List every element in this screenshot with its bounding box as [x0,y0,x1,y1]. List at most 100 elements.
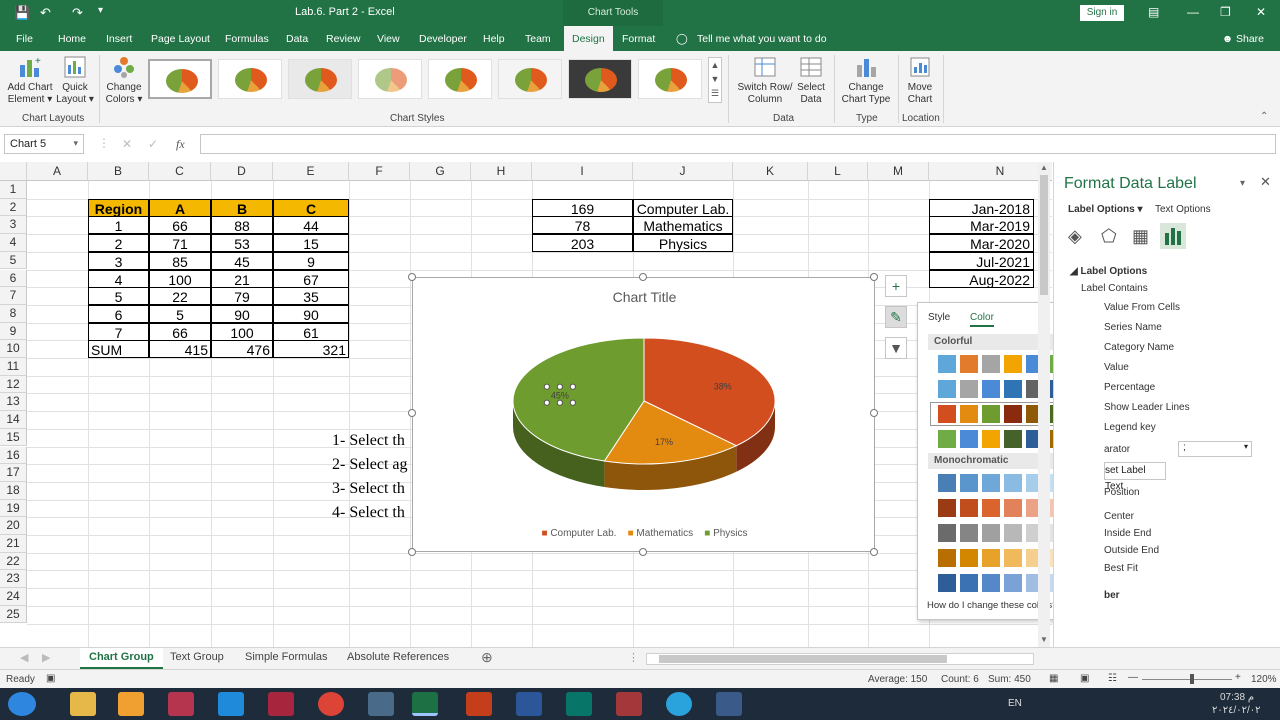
table-cell[interactable]: 45 [211,251,273,270]
color-swatch[interactable] [938,430,956,448]
page-break-view-icon[interactable]: ☷ [1108,673,1117,684]
tab-file[interactable]: File [16,33,33,45]
tab-help[interactable]: Help [483,33,505,45]
color-swatch[interactable] [938,355,956,373]
table-cell[interactable]: Mar-2020 [929,234,1034,253]
label-selection-handle[interactable] [556,383,563,390]
table-cell[interactable]: 66 [149,216,211,235]
clock-date[interactable]: ٢٠٢٤/٠٢/٠٢ [1212,705,1261,716]
row-header[interactable]: 13 [0,393,27,412]
excel-taskbar-icon[interactable] [412,692,438,716]
table-cell[interactable]: 1 [88,216,149,235]
language-indicator[interactable]: EN [1008,698,1022,709]
table-cell[interactable]: 9 [273,251,349,270]
table-cell[interactable]: 61 [273,322,349,341]
table-cell[interactable]: 203 [532,234,633,253]
color-swatch[interactable] [960,430,978,448]
table-cell[interactable]: 88 [211,216,273,235]
color-swatch[interactable] [960,499,978,517]
formula-input[interactable] [200,134,1276,154]
row-header[interactable]: 7 [0,287,27,305]
option-category-name[interactable]: Category Name [1104,342,1174,353]
resize-handle[interactable] [408,548,416,556]
pie-chart[interactable]: Chart Title 38% 17% 45% ■ Computer Lab. ■ … [412,277,875,552]
color-swatch[interactable] [938,524,956,542]
undo-icon[interactable]: ↶ [40,5,51,21]
chart-style-5[interactable] [428,59,492,99]
chart-style-3[interactable] [288,59,352,99]
column-header[interactable]: C [149,162,211,181]
color-swatch[interactable] [982,474,1000,492]
table-cell[interactable]: Mar-2019 [929,216,1034,235]
tab-insert[interactable]: Insert [106,33,132,45]
horizontal-scroll-thumb[interactable] [659,655,947,663]
add-chart-element-button[interactable]: + Add Chart Element ▾ [6,55,54,106]
tab-formulas[interactable]: Formulas [225,33,269,45]
row-header[interactable]: 6 [0,269,27,288]
row-header[interactable]: 12 [0,375,27,394]
macro-record-icon[interactable]: ▣ [46,673,55,684]
customize-quick-access-icon[interactable]: ▾ [98,5,103,16]
zoom-out-button[interactable]: — [1128,672,1138,683]
table-cell[interactable]: Jul-2021 [929,251,1034,270]
row-header[interactable]: 15 [0,428,27,447]
text-options-tab[interactable]: Text Options [1155,204,1211,215]
row-header[interactable]: 2 [0,198,27,217]
color-swatch[interactable] [1004,524,1022,542]
close-button[interactable]: ✕ [1256,5,1266,19]
table-cell[interactable]: 67 [273,269,349,288]
row-header[interactable]: 11 [0,358,27,376]
resize-handle[interactable] [870,548,878,556]
option-value-from-cells[interactable]: Value From Cells [1104,302,1180,313]
column-header[interactable]: I [532,162,633,181]
table-header[interactable]: C [273,198,349,217]
table-cell[interactable]: 5 [88,287,149,306]
tab-team[interactable]: Team [525,33,551,45]
chart-styles-scroll[interactable]: ▲ ▼ ☰ [708,57,722,103]
row-header[interactable]: 1 [0,181,27,199]
option-inside-end[interactable]: Inside End [1104,528,1151,539]
label-selection-handle[interactable] [543,383,550,390]
color-swatch[interactable] [938,380,956,398]
resize-handle[interactable] [870,409,878,417]
table-cell[interactable]: 5 [149,304,211,323]
maximize-button[interactable]: ❐ [1220,5,1231,19]
table-cell[interactable]: 7 [88,322,149,341]
table-cell[interactable]: 415 [149,340,211,359]
table-cell[interactable]: 78 [532,216,633,235]
table-cell[interactable]: 100 [211,322,273,341]
color-swatch[interactable] [960,474,978,492]
row-header[interactable]: 8 [0,304,27,323]
row-header[interactable]: 10 [0,340,27,358]
prev-sheet-icon[interactable]: ◀ [20,651,28,664]
column-header[interactable]: D [211,162,273,181]
table-cell[interactable]: 15 [273,234,349,253]
color-swatch[interactable] [960,355,978,373]
select-data-button[interactable]: Select Data [796,55,826,106]
table-cell[interactable]: 90 [273,304,349,323]
label-selection-handle[interactable] [543,399,550,406]
tab-split-handle[interactable]: ⋮ [628,651,639,664]
table-cell[interactable]: 35 [273,287,349,306]
row-header[interactable]: 23 [0,570,27,589]
start-button[interactable] [8,692,36,716]
chart-elements-button[interactable]: + [885,275,907,297]
table-cell[interactable]: 53 [211,234,273,253]
sheet-tab-text-group[interactable]: Text Group [170,651,224,663]
color-swatch[interactable] [960,574,978,592]
option-outside-end[interactable]: Outside End [1104,545,1159,556]
color-swatch[interactable] [982,499,1000,517]
option-show-leader-lines[interactable]: Show Leader Lines [1104,402,1190,413]
color-swatch[interactable] [982,549,1000,567]
color-swatch[interactable] [938,574,956,592]
label-options-icon[interactable] [1160,223,1186,249]
color-swatch[interactable] [938,499,956,517]
row-header[interactable]: 20 [0,517,27,535]
chart-style-1[interactable] [148,59,212,99]
table-cell[interactable]: SUM [88,340,149,359]
row-header[interactable]: 14 [0,411,27,429]
tab-style[interactable]: Style [928,312,950,323]
change-chart-type-button[interactable]: Change Chart Type [840,55,892,106]
table-cell[interactable]: Computer Lab. [633,198,733,217]
table-cell[interactable]: 44 [273,216,349,235]
